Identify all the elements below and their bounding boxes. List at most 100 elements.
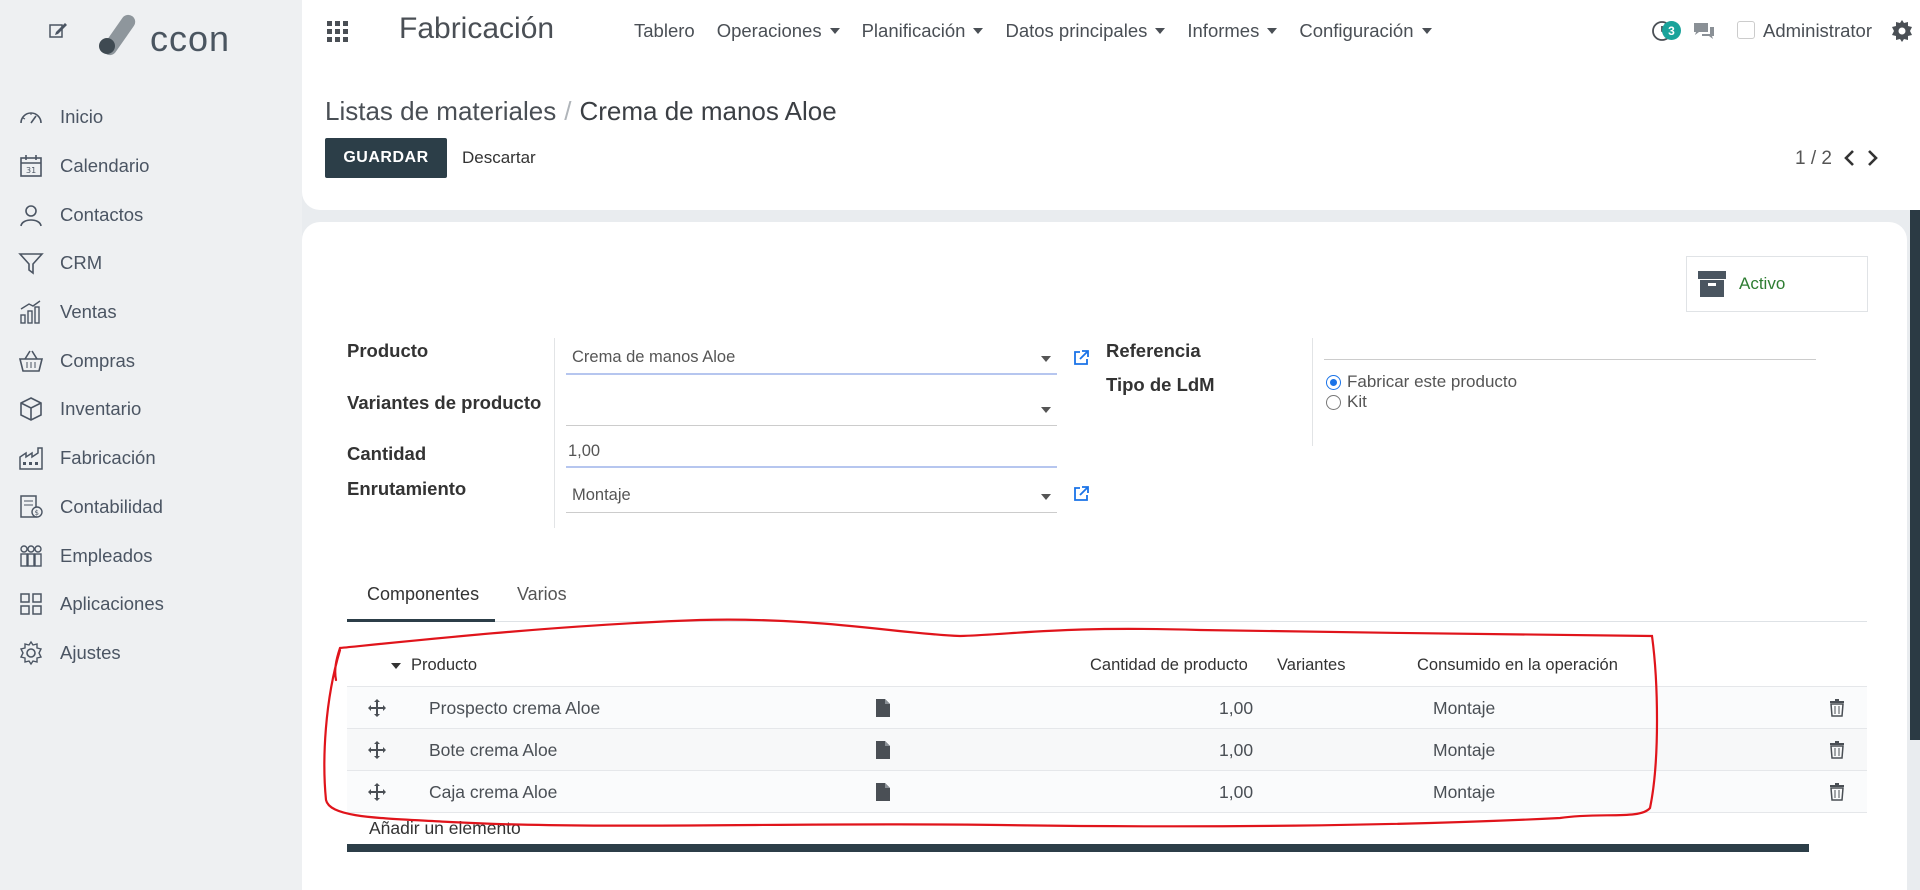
logo-mark-icon [99,14,136,56]
form-sheet: Activo Producto Variantes de producto Ca… [302,222,1907,890]
sidebar-item-contactos[interactable]: Contactos [0,190,302,239]
trash-icon[interactable] [1829,741,1845,759]
variantes-label: Variantes de producto [347,392,542,413]
breadcrumb-parent[interactable]: Listas de materiales [325,96,556,127]
sidebar-item-ventas[interactable]: Ventas [0,288,302,337]
menu-label: Datos principales [1005,20,1148,41]
menu-label: Tablero [634,20,695,41]
menu-configuracion[interactable]: Configuración [1299,20,1432,42]
components-table: Producto Cantidad de producto Variantes … [347,642,1867,852]
apps-grid-icon [20,593,42,615]
sidebar-item-label: CRM [60,252,103,274]
menu-planificacion[interactable]: Planificación [862,20,984,42]
vertical-scrollbar[interactable] [1910,210,1920,740]
caret-down-icon[interactable] [391,663,401,669]
sidebar-item-inicio[interactable]: Inicio [0,93,302,142]
drag-handle-icon[interactable] [367,740,387,760]
column-header-producto[interactable]: Producto [411,656,477,675]
row-cantidad[interactable]: 1,00 [1219,698,1253,719]
sidebar-item-compras[interactable]: Compras [0,336,302,385]
radio-checked-icon [1326,374,1341,390]
tipo-kit-radio[interactable]: Kit [1326,392,1367,412]
field-divider [1312,338,1313,446]
referencia-label: Referencia [1106,340,1201,361]
sidebar-item-label: Compras [60,349,136,371]
tipo-fabricar-radio[interactable]: Fabricar este producto [1326,372,1517,392]
add-line-link[interactable]: Añadir un elemento [369,818,521,839]
apps-menu-icon[interactable] [327,21,349,43]
document-icon[interactable] [875,782,891,802]
discard-button[interactable]: Descartar [462,148,536,168]
box-icon [20,397,42,422]
app-title[interactable]: Fabricación [399,12,554,46]
row-producto[interactable]: Bote crema Aloe [429,740,557,761]
variantes-select[interactable] [566,392,1057,426]
referencia-input[interactable] [1324,328,1816,360]
user-menu[interactable]: Administrator [1763,20,1872,42]
avatar[interactable] [1737,21,1755,39]
sidebar-item-contabilidad[interactable]: $ Contabilidad [0,483,302,532]
row-cantidad[interactable]: 1,00 [1219,740,1253,761]
sidebar-item-aplicaciones[interactable]: Aplicaciones [0,580,302,629]
table-row[interactable]: Prospecto crema Aloe 1,00 Montaje [347,687,1867,729]
trash-icon[interactable] [1829,699,1845,717]
sidebar-item-label: Contactos [60,203,144,225]
menu-operaciones[interactable]: Operaciones [717,20,840,42]
sidebar-item-fabricacion[interactable]: Fabricación [0,434,302,483]
row-cantidad[interactable]: 1,00 [1219,782,1253,803]
enrutamiento-select[interactable]: Montaje [566,479,1057,513]
menu-tablero[interactable]: Tablero [634,20,695,42]
sidebar-item-inventario[interactable]: Inventario [0,385,302,434]
svg-text:31: 31 [26,166,36,175]
sidebar-item-label: Calendario [60,155,150,177]
active-toggle-button[interactable]: Activo [1686,256,1868,312]
sidebar-item-calendario[interactable]: 31 Calendario [0,142,302,191]
trash-icon[interactable] [1829,783,1845,801]
row-consumido[interactable]: Montaje [1433,740,1495,761]
producto-select[interactable]: Crema de manos Aloe [566,341,1057,375]
document-icon[interactable] [875,740,891,760]
table-row[interactable]: Bote crema Aloe 1,00 Montaje [347,729,1867,771]
column-header-cantidad[interactable]: Cantidad de producto [1090,656,1248,675]
svg-text:$: $ [35,509,39,517]
caret-down-icon [1267,28,1278,34]
column-header-consumido[interactable]: Consumido en la operación [1417,656,1618,675]
external-link-icon[interactable] [1072,349,1090,367]
menu-datos-principales[interactable]: Datos principales [1005,20,1166,42]
enrutamiento-label: Enrutamiento [347,478,467,499]
row-producto[interactable]: Prospecto crema Aloe [429,698,600,719]
field-divider [554,338,555,528]
chat-icon[interactable] [1692,19,1716,43]
save-button[interactable]: GUARDAR [325,138,447,178]
horizontal-scrollbar[interactable] [347,844,1809,852]
main-menu: Tablero Operaciones Planificación Datos … [634,20,1454,42]
drag-handle-icon[interactable] [367,782,387,802]
sidebar-item-crm[interactable]: CRM [0,239,302,288]
edit-icon[interactable] [48,20,68,40]
factory-icon [19,447,43,470]
sidebar-item-empleados[interactable]: Empleados [0,531,302,580]
tab-varios[interactable]: Varios [497,580,587,622]
bar-chart-icon [20,300,41,324]
row-consumido[interactable]: Montaje [1433,782,1495,803]
menu-informes[interactable]: Informes [1187,20,1278,42]
external-link-icon[interactable] [1072,485,1090,503]
cantidad-input[interactable]: 1,00 [566,436,1057,468]
sidebar-item-label: Inicio [60,106,104,128]
row-producto[interactable]: Caja crema Aloe [429,782,557,803]
document-icon[interactable] [875,698,891,718]
table-row[interactable]: Caja crema Aloe 1,00 Montaje [347,771,1867,813]
sidebar-item-ajustes[interactable]: Ajustes [0,629,302,678]
column-header-variantes[interactable]: Variantes [1277,656,1345,675]
drag-handle-icon[interactable] [367,698,387,718]
gear-icon [19,640,43,666]
breadcrumb: Listas de materiales / Crema de manos Al… [325,96,837,127]
top-navbar: Fabricación Tablero Operaciones Planific… [302,0,1920,64]
row-consumido[interactable]: Montaje [1433,698,1495,719]
tab-componentes[interactable]: Componentes [347,580,495,622]
chevron-right-icon[interactable] [1864,148,1880,168]
settings-gear-icon[interactable] [1890,19,1914,43]
chevron-left-icon[interactable] [1842,148,1858,168]
menu-label: Planificación [861,20,966,41]
dashboard-icon [20,112,42,124]
